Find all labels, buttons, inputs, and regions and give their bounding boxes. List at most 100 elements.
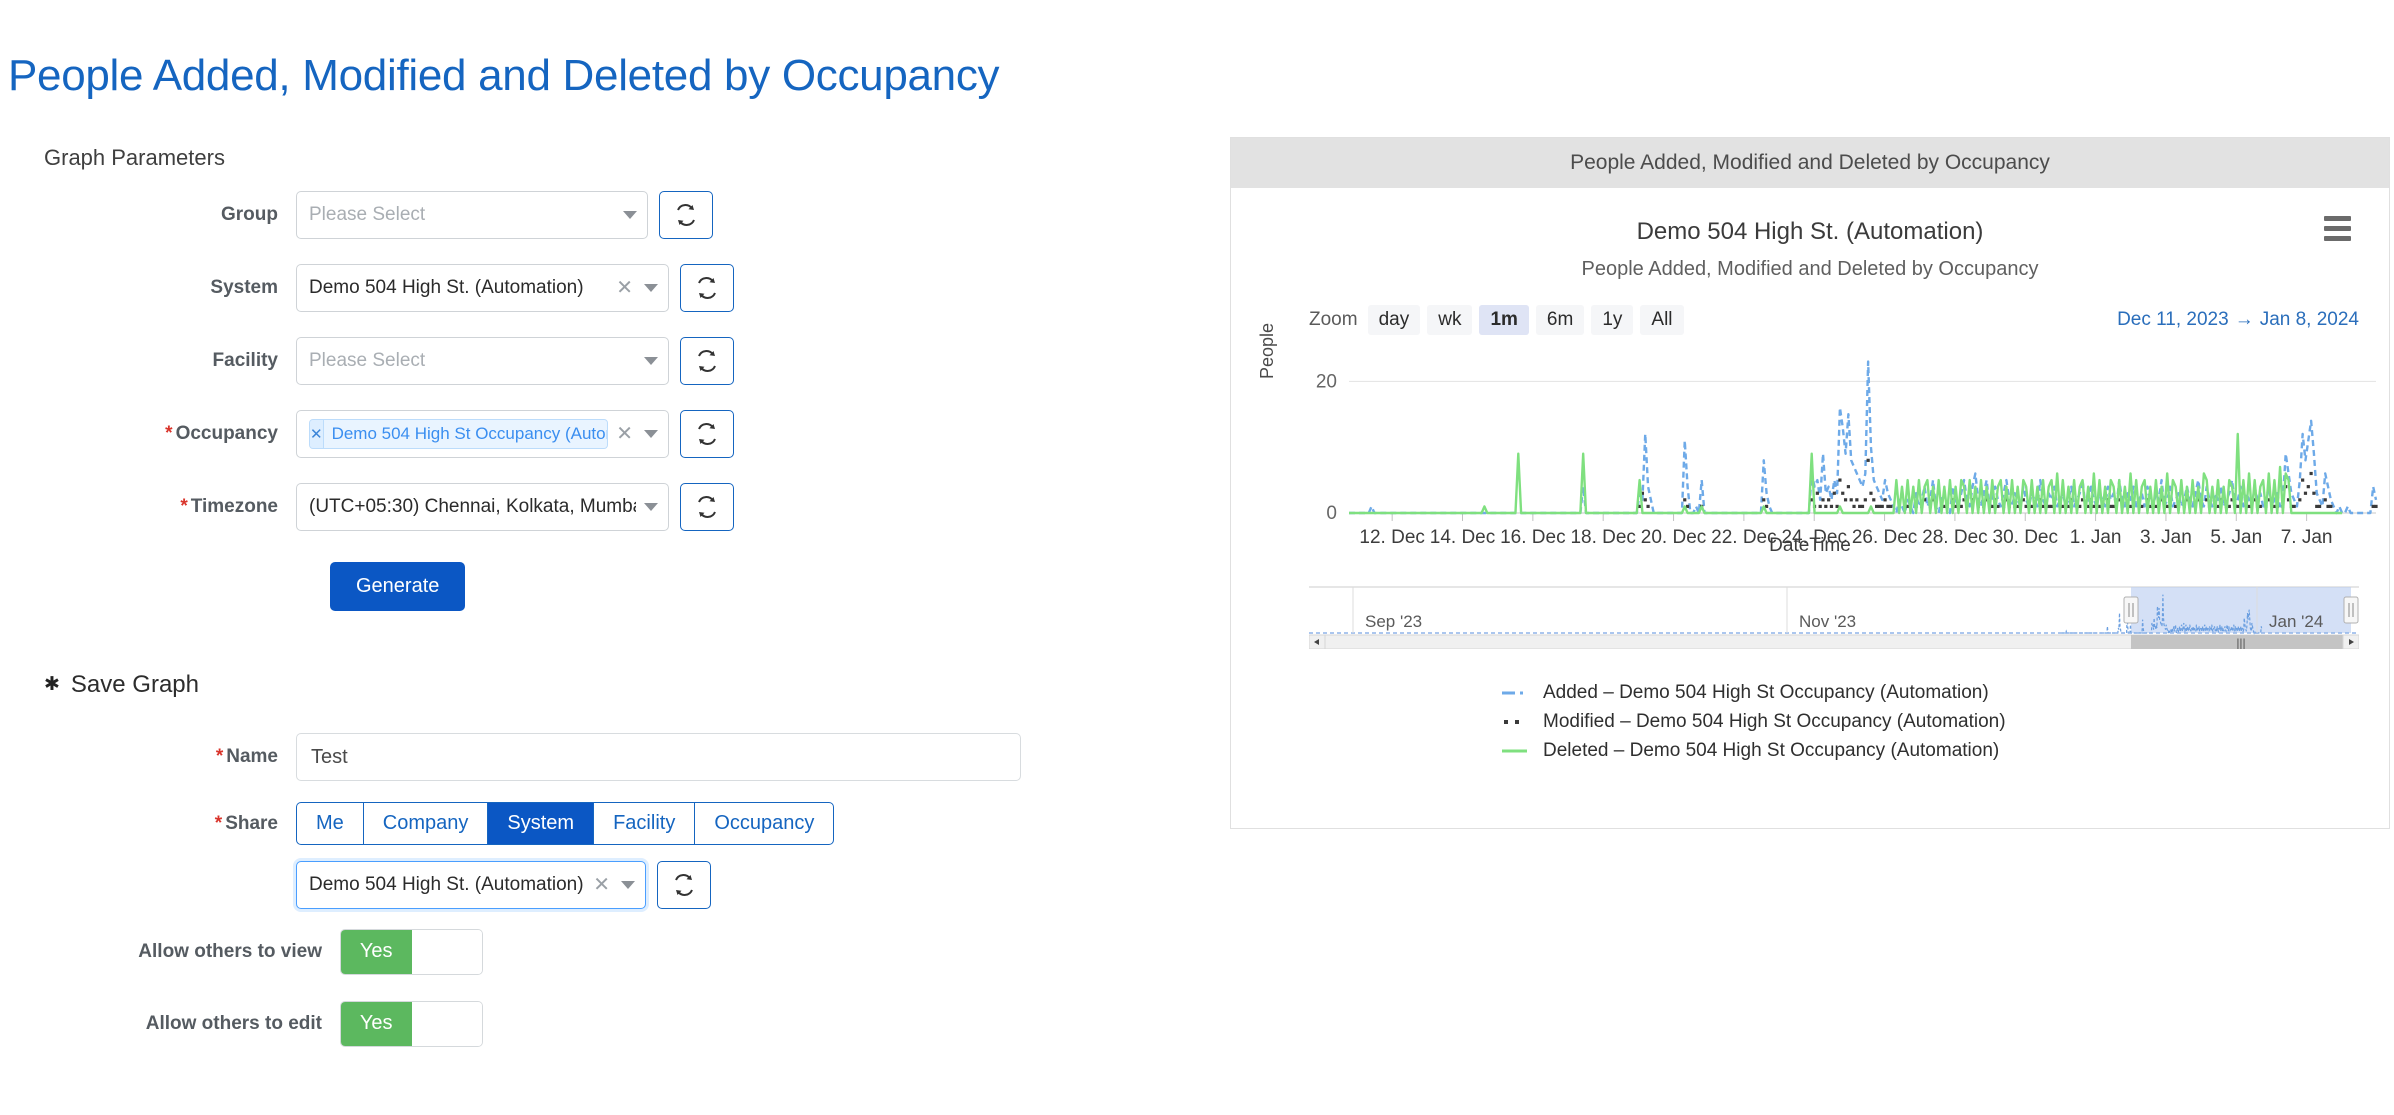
graph-parameters-heading: Graph Parameters (44, 144, 225, 170)
hamburger-menu-icon[interactable] (2324, 215, 2351, 241)
timezone-select[interactable]: (UTC+05:30) Chennai, Kolkata, Mumbai, Ne… (296, 483, 669, 532)
share-target-controls: ✕ (585, 875, 635, 895)
refresh-facility-button[interactable] (680, 337, 734, 386)
svg-text:20: 20 (1316, 371, 1337, 392)
range-from[interactable]: Dec 11, 2023 (2117, 309, 2229, 330)
refresh-icon (698, 496, 716, 519)
allow-others-to-edit-toggle[interactable]: Yes (340, 1000, 483, 1047)
zoom-option-wk[interactable]: wk (1427, 304, 1473, 335)
generate-button[interactable]: Generate (330, 561, 466, 611)
label-timezone: * Timezone (0, 496, 296, 518)
allow-others-to-view-toggle[interactable]: Yes (340, 928, 483, 975)
refresh-icon (698, 277, 716, 300)
occupancy-select-controls: ✕ (608, 424, 658, 444)
allow-view-state: Yes (341, 929, 412, 974)
facility-select[interactable]: Please Select (296, 337, 669, 386)
chevron-down-icon[interactable] (644, 503, 658, 512)
svg-text:|||: ||| (2236, 636, 2245, 649)
svg-text:30. Dec: 30. Dec (1993, 527, 2058, 548)
svg-text:Sep '23: Sep '23 (1365, 612, 1422, 631)
chevron-down-icon[interactable] (621, 880, 635, 889)
svg-text:3. Jan: 3. Jan (2140, 527, 2192, 548)
share-option-system[interactable]: System (487, 802, 594, 846)
chart-body: Demo 504 High St. (Automation) People Ad… (1231, 188, 2389, 828)
clear-x-icon[interactable]: ✕ (616, 278, 633, 298)
legend-item-added[interactable]: Added – Demo 504 High St Occupancy (Auto… (1501, 679, 2389, 708)
share-option-company[interactable]: Company (362, 802, 488, 846)
label-name: * Name (0, 746, 296, 768)
refresh-share-target-button[interactable] (657, 860, 711, 909)
form-row-share-target: Demo 504 High St. (Automation) ✕ (0, 854, 1230, 916)
refresh-timezone-button[interactable] (680, 483, 734, 532)
system-select-value: Demo 504 High St. (Automation) (309, 277, 584, 299)
legend-item-modified[interactable]: Modified – Demo 504 High St Occupancy (A… (1501, 708, 2389, 737)
clear-x-icon[interactable]: ✕ (593, 875, 610, 895)
svg-text:16. Dec: 16. Dec (1500, 527, 1565, 548)
zoom-option-1y[interactable]: 1y (1591, 304, 1634, 335)
legend-symbol-dashed-line-icon (1501, 687, 1543, 699)
y-axis-title: People (1257, 322, 1277, 379)
chart-plot-svg[interactable]: 0 20 12. Dec 14. Dec 16. Dec 18. Dec 20. Dec 22… (1231, 341, 2391, 556)
required-indicator: * (165, 423, 173, 445)
zoom-option-1m[interactable]: 1m (1479, 304, 1529, 335)
svg-text:12. Dec: 12. Dec (1359, 527, 1424, 548)
zoom-option-day[interactable]: day (1367, 304, 1421, 335)
zoom-option-all[interactable]: All (1640, 304, 1684, 335)
share-option-facility[interactable]: Facility (593, 802, 695, 846)
chevron-down-icon[interactable] (644, 430, 658, 439)
chevron-down-icon[interactable] (623, 211, 637, 220)
legend-item-deleted[interactable]: Deleted – Demo 504 High St Occupancy (Au… (1501, 737, 2389, 766)
required-indicator: * (214, 812, 223, 834)
plot-area[interactable]: People 0 20 12. Dec 14. Dec 16. Dec 18. Dec 20… (1231, 323, 2389, 548)
refresh-icon (677, 204, 695, 227)
chevron-down-icon[interactable] (644, 357, 658, 366)
label-allow-view: Allow others to view (138, 940, 322, 962)
occupancy-tag-label: Demo 504 High St Occupancy (Automation) (323, 420, 608, 449)
required-indicator: * (180, 496, 188, 518)
allow-edit-state: Yes (341, 1001, 412, 1046)
graph-name-input[interactable] (296, 733, 1021, 782)
label-share: * Share (0, 813, 296, 835)
chevron-down-icon[interactable] (644, 284, 658, 293)
chart-subtitle: People Added, Modified and Deleted by Oc… (1581, 257, 2039, 280)
svg-text:Jan '24: Jan '24 (2269, 612, 2323, 631)
refresh-icon (675, 874, 693, 896)
form-row-occupancy: * Occupancy ✕ Demo 504 High St Occupancy … (0, 398, 1230, 471)
svg-text:18. Dec: 18. Dec (1570, 527, 1635, 548)
occupancy-multiselect[interactable]: ✕ Demo 504 High St Occupancy (Automation… (296, 410, 669, 459)
form-row-share: * Share Me Company System Facility Occupa… (0, 794, 1230, 854)
chart-column: People Added, Modified and Deleted by Oc… (1230, 131, 2394, 829)
chart-navigator[interactable]: Sep '23 Nov '23 Jan '24 ||| (1308, 577, 2360, 650)
refresh-group-button[interactable] (659, 191, 713, 240)
label-allow-edit: Allow others to edit (145, 1012, 322, 1034)
group-select[interactable]: Please Select (296, 191, 648, 240)
navigator-svg[interactable]: Sep '23 Nov '23 Jan '24 ||| (1308, 577, 2360, 650)
clear-x-icon[interactable]: ✕ (616, 424, 633, 444)
allow-edit-track (411, 1001, 482, 1046)
refresh-occupancy-button[interactable] (680, 410, 734, 459)
refresh-icon (698, 350, 716, 373)
share-option-occupancy[interactable]: Occupancy (694, 802, 835, 846)
zoom-option-6m[interactable]: 6m (1535, 304, 1585, 335)
share-target-select[interactable]: Demo 504 High St. (Automation) ✕ (296, 860, 646, 909)
label-facility: Facility (212, 350, 278, 372)
field-system: Demo 504 High St. (Automation) ✕ (296, 264, 734, 313)
save-graph-toggle[interactable]: ✱ Save Graph (0, 611, 1230, 699)
field-occupancy: ✕ Demo 504 High St Occupancy (Automation… (296, 410, 734, 459)
range-to[interactable]: Jan 8, 2024 (2260, 309, 2359, 330)
group-placeholder: Please Select (309, 204, 426, 226)
form-row-allow-edit: Allow others to edit Yes (0, 988, 1230, 1060)
label-timezone-text: Timezone (190, 496, 278, 518)
svg-text:1. Jan: 1. Jan (2070, 527, 2122, 548)
svg-text:20. Dec: 20. Dec (1641, 527, 1706, 548)
svg-text:0: 0 (1326, 503, 1337, 524)
system-select-controls: ✕ (608, 278, 658, 298)
remove-tag-icon[interactable]: ✕ (310, 420, 324, 449)
refresh-system-button[interactable] (680, 264, 734, 313)
share-option-me[interactable]: Me (296, 802, 363, 846)
occupancy-tag: ✕ Demo 504 High St Occupancy (Automation… (309, 419, 609, 450)
system-select[interactable]: Demo 504 High St. (Automation) ✕ (296, 264, 669, 313)
timezone-select-controls (636, 503, 658, 512)
chart-legend: Added – Demo 504 High St Occupancy (Auto… (1231, 679, 2389, 766)
label-share-text: Share (225, 812, 278, 834)
